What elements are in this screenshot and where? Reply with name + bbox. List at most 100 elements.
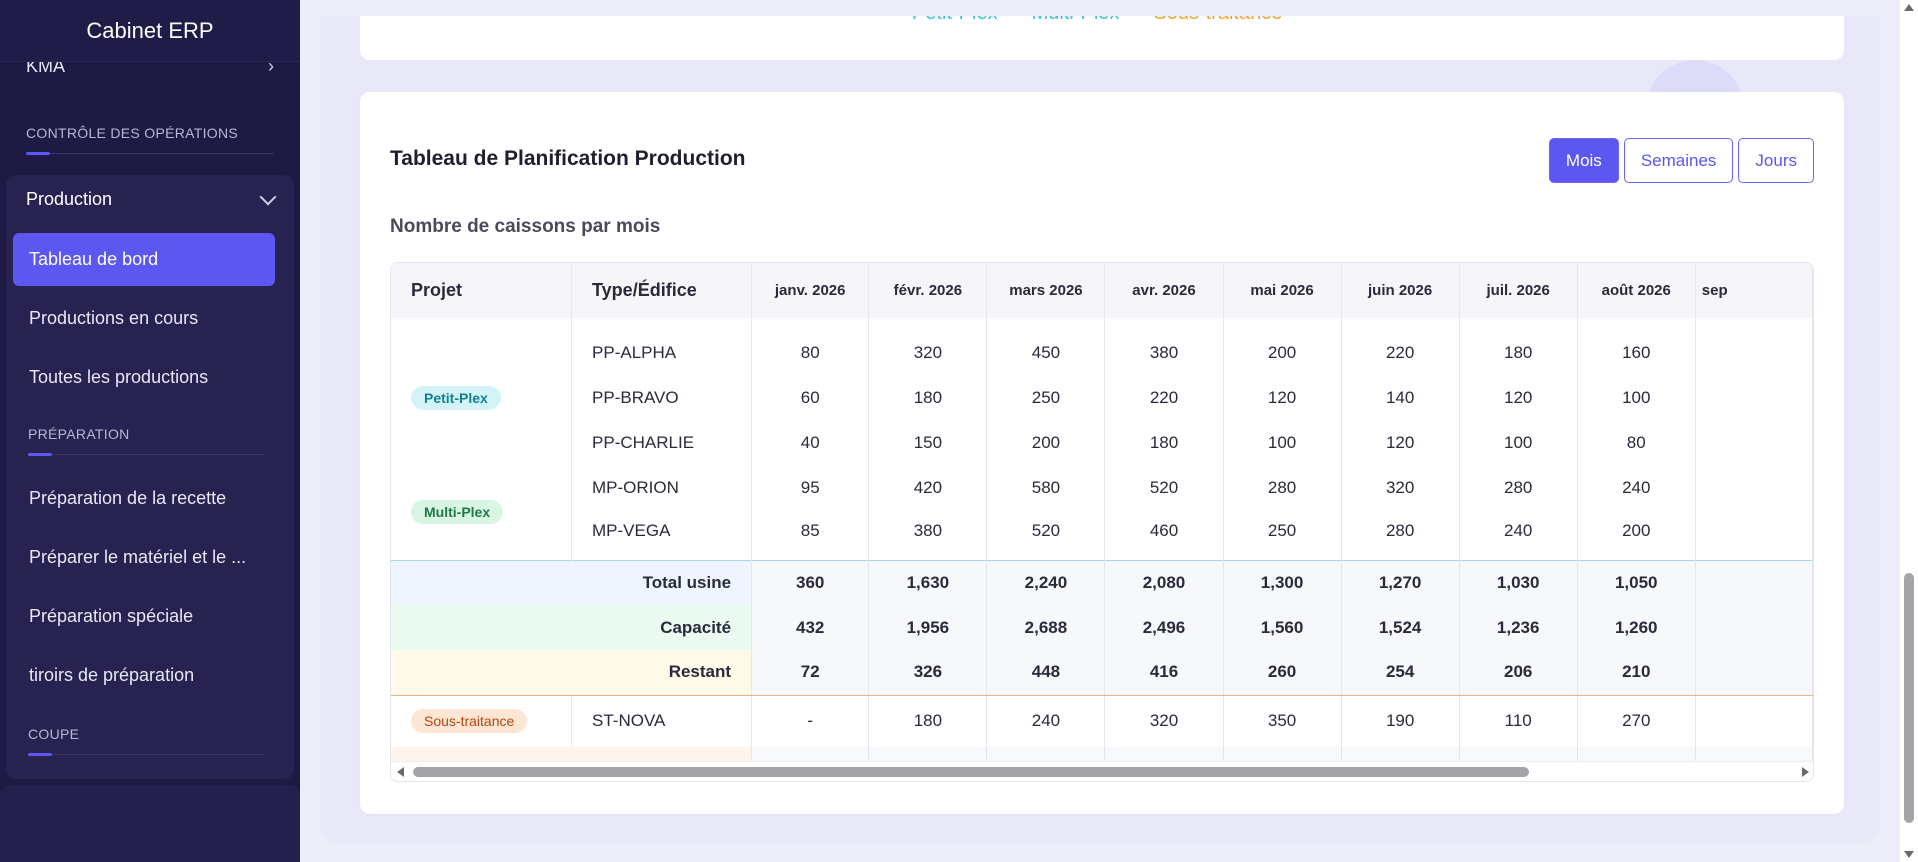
table-row: Multi-Plex MP-ORION 95 420 580 520 280 3… xyxy=(391,465,1813,560)
horizontal-scrollbar[interactable] xyxy=(391,761,1813,781)
value-cell: 180 xyxy=(868,695,988,747)
sidebar-item-label: Préparation spéciale xyxy=(29,606,194,626)
main-content: Petit-Plex Multi-Plex Sous-traitance Tab… xyxy=(300,0,1890,862)
value-cell: 420 xyxy=(868,465,988,510)
scroll-down-icon[interactable] xyxy=(1904,851,1914,858)
value-cell: 40 xyxy=(751,420,870,465)
app-title: Cabinet ERP xyxy=(0,0,300,62)
sidebar-item-preparation-recette[interactable]: Préparation de la recette xyxy=(13,472,275,525)
total-cell xyxy=(1695,559,1813,605)
value-cell: 200 xyxy=(1577,510,1696,560)
chevron-down-icon xyxy=(259,188,277,205)
sidebar-item-preparer-materiel[interactable]: Préparer le matériel et le ... xyxy=(13,531,275,584)
value-cell: 220 xyxy=(1104,375,1224,420)
total-cell: 1,630 xyxy=(868,559,988,605)
header-month: mars 2026 xyxy=(986,263,1106,318)
value-cell: 250 xyxy=(986,375,1106,420)
view-jours-button[interactable]: Jours xyxy=(1738,138,1814,183)
sidebar-item-tiroirs-preparation[interactable]: tiroirs de préparation xyxy=(13,649,275,702)
value-cell: 200 xyxy=(986,420,1106,465)
value-cell: 60 xyxy=(751,375,870,420)
legend-multi-plex[interactable]: Multi-Plex xyxy=(1032,16,1120,25)
value-cell: 140 xyxy=(1341,375,1460,420)
header-month: févr. 2026 xyxy=(868,263,988,318)
table-header-row: Projet Type/Édifice janv. 2026 févr. 202… xyxy=(391,263,1813,318)
section-coupe: COUPE xyxy=(28,726,264,756)
project-cell: Sous-traitance xyxy=(391,695,573,747)
restant-cell: 210 xyxy=(1577,650,1696,696)
horizontal-scroll-thumb[interactable] xyxy=(413,767,1529,777)
project-badge-sous-traitance: Sous-traitance xyxy=(411,709,528,734)
header-month: août 2026 xyxy=(1577,263,1696,318)
capacite-cell: 2,688 xyxy=(986,605,1106,650)
value-cell: 450 xyxy=(986,318,1106,375)
vertical-scroll-thumb[interactable] xyxy=(1904,573,1914,823)
restant-cell xyxy=(1695,650,1813,696)
type-cell: ST-NOVA xyxy=(571,695,753,747)
capacite-label: Capacité xyxy=(391,605,753,650)
header-month: sep xyxy=(1695,263,1813,318)
value-cell: 80 xyxy=(1577,420,1696,465)
value-cell xyxy=(1695,465,1813,510)
header-month: janv. 2026 xyxy=(751,263,870,318)
value-cell xyxy=(1695,695,1813,747)
restant-cell: 72 xyxy=(751,650,870,696)
value-cell: 100 xyxy=(1223,420,1342,465)
header-month: juin 2026 xyxy=(1341,263,1460,318)
value-cell: 580 xyxy=(986,465,1106,510)
type-cell: MP-ORION xyxy=(571,465,753,510)
sidebar: Cabinet ERP KMA › CONTRÔLE DES OPÉRATION… xyxy=(0,0,300,862)
vertical-scrollbar[interactable] xyxy=(1900,0,1918,862)
value-cell: 250 xyxy=(1223,510,1342,560)
table-row: PP-BRAVO 60 180 250 220 120 140 120 100 xyxy=(391,375,1813,420)
restant-cell: 326 xyxy=(868,650,988,696)
table-row: PP-CHARLIE 40 150 200 180 100 120 100 80 xyxy=(391,420,1813,465)
total-cell: 2,080 xyxy=(1104,559,1224,605)
value-cell: 120 xyxy=(1223,375,1342,420)
sidebar-item-label: Productions en cours xyxy=(29,308,199,328)
header-projet: Projet xyxy=(391,263,573,318)
value-cell: 120 xyxy=(1341,420,1460,465)
sidebar-item-toutes-les-productions[interactable]: Toutes les productions xyxy=(13,351,275,404)
value-cell: 95 xyxy=(751,465,870,510)
value-cell: 270 xyxy=(1577,695,1696,747)
view-mois-button[interactable]: Mois xyxy=(1548,138,1619,183)
capacite-cell: 1,560 xyxy=(1223,605,1342,650)
scroll-right-icon[interactable] xyxy=(1802,767,1809,777)
content-wrapper: Petit-Plex Multi-Plex Sous-traitance Tab… xyxy=(320,16,1880,844)
legend-sous-traitance[interactable]: Sous-traitance xyxy=(1153,16,1282,25)
capacite-cell: 1,524 xyxy=(1341,605,1460,650)
table-row: MP-VEGA 85 380 520 460 250 280 240 200 xyxy=(391,510,1813,560)
sidebar-item-tableau-de-bord[interactable]: Tableau de bord xyxy=(13,233,275,286)
sidebar-item-label: Préparer le matériel et le ... xyxy=(29,547,247,567)
sidebar-item-label: tiroirs de préparation xyxy=(29,665,195,685)
sidebar-item-preparation-speciale[interactable]: Préparation spéciale xyxy=(13,590,275,643)
scroll-left-icon[interactable] xyxy=(397,767,404,777)
sidebar-footer xyxy=(0,786,300,862)
value-cell: 200 xyxy=(1223,318,1342,375)
restant-row: Restant 72 326 448 416 260 254 206 210 xyxy=(391,650,1813,696)
value-cell: 240 xyxy=(1577,465,1696,510)
header-month: avr. 2026 xyxy=(1104,263,1224,318)
scroll-up-icon[interactable] xyxy=(1904,4,1914,11)
value-cell: 380 xyxy=(1104,318,1224,375)
total-cell: 2,240 xyxy=(986,559,1106,605)
legend-petit-plex[interactable]: Petit-Plex xyxy=(912,16,998,25)
value-cell: - xyxy=(751,695,870,747)
capacite-cell: 1,956 xyxy=(868,605,988,650)
value-cell: 460 xyxy=(1104,510,1224,560)
sidebar-item-productions-en-cours[interactable]: Productions en cours xyxy=(13,292,275,345)
restant-cell: 416 xyxy=(1104,650,1224,696)
total-cell: 360 xyxy=(751,559,870,605)
view-semaines-button[interactable]: Semaines xyxy=(1623,138,1734,183)
project-badge-multi-plex: Multi-Plex xyxy=(411,500,504,525)
header-month: mai 2026 xyxy=(1223,263,1342,318)
section-preparation: PRÉPARATION xyxy=(28,426,264,456)
value-cell xyxy=(1695,420,1813,465)
production-toggle[interactable]: Production xyxy=(6,175,294,210)
total-cell: 1,050 xyxy=(1577,559,1696,605)
value-cell: 220 xyxy=(1341,318,1460,375)
header-month: juil. 2026 xyxy=(1459,263,1578,318)
production-label: Production xyxy=(26,189,113,209)
chart-card-bottom: Petit-Plex Multi-Plex Sous-traitance xyxy=(360,16,1844,60)
